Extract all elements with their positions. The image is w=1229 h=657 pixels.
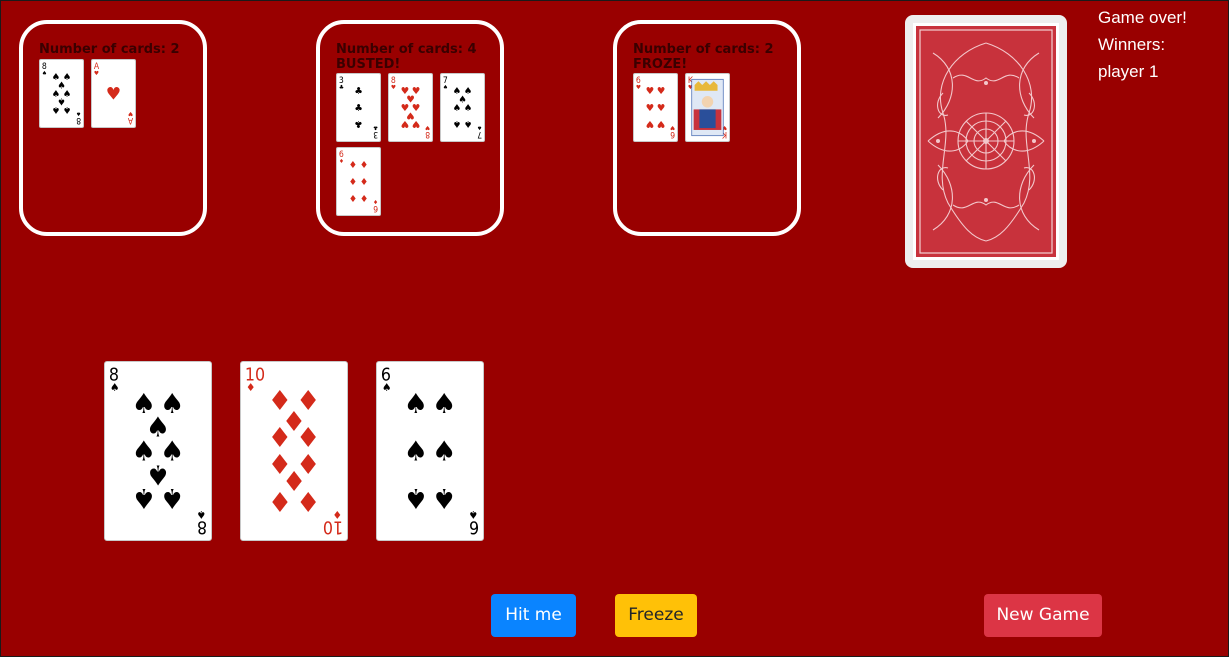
diamonds-pip-icon: ♦ — [349, 160, 358, 171]
spades-icon: ♠ — [110, 381, 120, 394]
spades-pip-icon: ♠ — [464, 118, 473, 129]
player-status: FROZE! — [633, 57, 688, 72]
spades-pip-icon: ♠ — [52, 104, 61, 115]
hearts-pip-icon: ♥ — [657, 118, 666, 129]
diamonds-pip-icon: ♦ — [360, 160, 369, 171]
diamonds-icon: ♦ — [373, 198, 378, 205]
spades-icon: ♠ — [477, 124, 482, 131]
card-face: 10♦10♦♦ ♦♦♦ ♦♦ ♦♦♦ ♦ — [245, 365, 343, 536]
hearts-icon: ♥ — [670, 124, 675, 131]
card-back-pattern — [913, 23, 1059, 260]
diamonds-icon: ♦ — [332, 508, 342, 521]
new-game-button[interactable]: New Game — [984, 594, 1102, 637]
card-face: K♥K♥ — [688, 76, 727, 139]
diamonds-pip-icon: ♦ — [349, 192, 358, 203]
hearts-icon: ♥ — [425, 124, 430, 131]
card-face: 8♠8♠♠ ♠♠♠ ♠♠♠ ♠ — [42, 62, 81, 125]
spades-pip-icon: ♠ — [132, 482, 157, 514]
clubs-pip-icon: ♣ — [354, 86, 363, 97]
hearts-pip-icon: ♥ — [401, 118, 410, 129]
spades-pip-icon: ♠ — [404, 388, 429, 420]
spades-pip-icon: ♠ — [160, 482, 185, 514]
winners-label: Winners: — [1098, 35, 1166, 54]
playing-card-K-hearts: K ♥ K ♥ — [685, 73, 730, 142]
card-face: 7♠7♠♠ ♠♠♠ ♠♠ ♠ — [443, 76, 482, 139]
clubs-pip-icon: ♣ — [354, 103, 363, 114]
diamonds-icon: ♦ — [246, 381, 256, 394]
playing-card-A-hearts: A ♥ A ♥ ♥ — [91, 59, 136, 128]
current-hand: 8 ♠ 8 ♠ ♠ ♠ ♠ ♠ ♠ ♠ ♠ ♠ 10 ♦ 10 ♦ ♦ ♦ ♦ ♦ ♦ ♦ ♦ ♦ ♦ ♦ 6 ♠ 6 ♠ ♠ ♠ ♠ ♠ ♠ ♠ — [104, 361, 484, 541]
diamonds-pip-icon: ♦ — [268, 485, 293, 517]
draw-deck[interactable] — [905, 15, 1067, 268]
freeze-button[interactable]: Freeze — [615, 594, 697, 637]
clubs-pip-icon: ♣ — [354, 118, 363, 129]
diamonds-pip-icon: ♦ — [296, 485, 321, 517]
player-cards: 3 ♣ 3 ♣ ♣ ♣ ♣ 8 ♥ 8 ♥ ♥ ♥ ♥ ♥ ♥ ♥ ♥ ♥ 7 ♠ 7 ♠ ♠ ♠ ♠ ♠ ♠ ♠ ♠ 6 ♦ 6 ♦ ♦ ♦ ♦ ♦ ♦ ♦ — [336, 73, 496, 216]
playing-card-8-spades: 8 ♠ 8 ♠ ♠ ♠ ♠ ♠ ♠ ♠ ♠ ♠ — [39, 59, 84, 128]
spades-pip-icon: ♠ — [63, 104, 72, 115]
diamonds-pip-icon: ♦ — [349, 177, 358, 188]
game-status: Game over! Winners: player 1 — [1098, 4, 1187, 85]
diamonds-pip-icon: ♦ — [360, 177, 369, 188]
card-count: Number of cards: 2 — [39, 42, 180, 57]
player-cards: 8 ♠ 8 ♠ ♠ ♠ ♠ ♠ ♠ ♠ ♠ ♠ A ♥ A ♥ ♥ — [39, 59, 199, 128]
playing-card-8-spades: 8 ♠ 8 ♠ ♠ ♠ ♠ ♠ ♠ ♠ ♠ ♠ — [104, 361, 212, 541]
game-over-text: Game over! — [1098, 8, 1187, 27]
spades-icon: ♠ — [42, 70, 47, 77]
spades-icon: ♠ — [443, 84, 448, 91]
card-count: Number of cards: 4 — [336, 42, 477, 57]
card-face: 3♣3♣♣♣♣ — [339, 76, 378, 139]
spades-pip-icon: ♠ — [404, 436, 429, 468]
spades-pip-icon: ♠ — [432, 388, 457, 420]
playing-card-8-hearts: 8 ♥ 8 ♥ ♥ ♥ ♥ ♥ ♥ ♥ ♥ ♥ — [388, 73, 433, 142]
hearts-icon: ♥ — [636, 84, 641, 91]
spades-pip-icon: ♠ — [404, 482, 429, 514]
spades-icon: ♠ — [76, 110, 81, 117]
hearts-pip-icon: ♥ — [657, 103, 666, 114]
player-box-1: Number of cards: 2 8 ♠ 8 ♠ ♠ ♠ ♠ ♠ ♠ ♠ ♠ ♠ A ♥ A ♥ ♥ — [19, 20, 207, 236]
spades-pip-icon: ♠ — [464, 103, 473, 114]
hearts-icon: ♥ — [128, 110, 133, 117]
spades-pip-icon: ♠ — [432, 436, 457, 468]
clubs-icon: ♣ — [373, 124, 378, 130]
player-cards: 6 ♥ 6 ♥ ♥ ♥ ♥ ♥ ♥ ♥ K ♥ K ♥ — [633, 73, 793, 142]
playing-card-6-spades: 6 ♠ 6 ♠ ♠ ♠ ♠ ♠ ♠ ♠ — [376, 361, 484, 541]
card-face: 6♠6♠♠ ♠♠ ♠♠ ♠ — [381, 365, 479, 536]
hearts-pip-icon: ♥ — [646, 86, 655, 97]
playing-card-10-diamonds: 10 ♦ 10 ♦ ♦ ♦ ♦ ♦ ♦ ♦ ♦ ♦ ♦ ♦ — [240, 361, 348, 541]
spades-pip-icon: ♠ — [432, 482, 457, 514]
hearts-icon: ♥ — [391, 84, 396, 91]
player-box-2: Number of cards: 4 BUSTED! 3 ♣ 3 ♣ ♣ ♣ ♣ 8 ♥ 8 ♥ ♥ ♥… — [316, 20, 504, 236]
spades-pip-icon: ♠ — [453, 103, 462, 114]
card-face: A♥A♥♥ — [94, 62, 133, 125]
card-face: 6♥6♥♥ ♥♥ ♥♥ ♥ — [636, 76, 675, 139]
playing-card-7-spades: 7 ♠ 7 ♠ ♠ ♠ ♠ ♠ ♠ ♠ ♠ — [440, 73, 485, 142]
player-status: BUSTED! — [336, 57, 401, 72]
winner-name: player 1 — [1098, 62, 1159, 81]
card-face: 6♦6♦♦ ♦♦ ♦♦ ♦ — [339, 150, 378, 213]
spades-icon: ♠ — [196, 508, 206, 521]
card-face: 8♥8♥♥ ♥♥♥ ♥♥♥ ♥ — [391, 76, 430, 139]
diamonds-icon: ♦ — [339, 158, 344, 165]
spades-pip-icon: ♠ — [453, 118, 462, 129]
hearts-pip-icon: ♥ — [106, 85, 121, 105]
hearts-pip-icon: ♥ — [412, 118, 421, 129]
playing-card-6-hearts: 6 ♥ 6 ♥ ♥ ♥ ♥ ♥ ♥ ♥ — [633, 73, 678, 142]
clubs-icon: ♣ — [339, 85, 344, 91]
hearts-pip-icon: ♥ — [657, 86, 666, 97]
player-box-3: Number of cards: 2 FROZE! 6 ♥ 6 ♥ ♥ ♥ ♥ ♥ ♥ ♥ K ♥ K ♥ — [613, 20, 801, 236]
playing-card-6-diamonds: 6 ♦ 6 ♦ ♦ ♦ ♦ ♦ ♦ ♦ — [336, 147, 381, 216]
card-count: Number of cards: 2 — [633, 42, 774, 57]
spades-icon: ♠ — [382, 381, 392, 394]
hearts-pip-icon: ♥ — [646, 103, 655, 114]
spades-icon: ♠ — [468, 508, 478, 521]
hearts-pip-icon: ♥ — [646, 118, 655, 129]
playing-card-3-clubs: 3 ♣ 3 ♣ ♣ ♣ ♣ — [336, 73, 381, 142]
hearts-icon: ♥ — [94, 70, 99, 77]
diamonds-pip-icon: ♦ — [360, 192, 369, 203]
hit-me-button[interactable]: Hit me — [491, 594, 576, 637]
card-face: 8♠8♠♠ ♠♠♠ ♠♠♠ ♠ — [109, 365, 207, 536]
